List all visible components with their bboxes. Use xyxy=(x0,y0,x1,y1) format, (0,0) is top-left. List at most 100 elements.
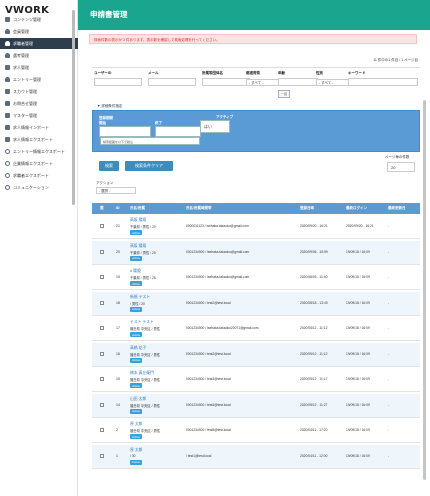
circle-icon xyxy=(5,173,10,178)
row-last-login: 19/09/18 / 16:09 xyxy=(346,402,370,407)
sidebar-item[interactable]: 企業情報エクスポート xyxy=(0,158,78,169)
row-name-link[interactable]: 新規 テスト xyxy=(130,295,150,300)
row-email: 0001234000 / test4@test.local xyxy=(186,402,231,407)
sidebar-item-label: マスター管理 xyxy=(13,112,37,118)
applicant-name-input[interactable] xyxy=(202,78,250,86)
row-email: 0001234000 / lsehaka.takaoko20071@gmail.… xyxy=(186,326,259,330)
table-row: 1 原 太郎/ 30 Active / test1@test.local 2020/04… xyxy=(92,444,420,469)
row-email: 0001234000 / test3@test.local xyxy=(186,377,231,381)
row-checkbox[interactable] xyxy=(100,402,104,407)
sidebar-item[interactable]: マスター管理▾ xyxy=(0,110,78,121)
gender-select[interactable]: - すべて - xyxy=(316,79,350,86)
sidebar-item[interactable]: お問合せ管理 xyxy=(0,98,78,109)
row-checkbox[interactable] xyxy=(100,428,104,432)
row-updated: - xyxy=(388,453,390,458)
sidebar-scrollbar[interactable] xyxy=(72,10,75,205)
row-name-link[interactable]: a 陽優 xyxy=(130,269,141,274)
sidebar-item[interactable]: 求人情報インポート xyxy=(0,122,78,133)
sidebar-item[interactable]: エントリー管理 xyxy=(0,74,78,85)
sidebar-item[interactable]: 求人管理 xyxy=(0,62,78,73)
col-header-updated[interactable]: 最終更新日 xyxy=(388,206,406,211)
users-icon xyxy=(5,41,10,46)
col-header-select: 選 xyxy=(100,206,104,210)
col-header-last-login[interactable]: 最終ログイン xyxy=(346,206,367,211)
keyword-input[interactable] xyxy=(348,78,418,86)
person-icon xyxy=(5,53,10,58)
person-icon xyxy=(5,77,10,82)
row-id: 18 xyxy=(116,300,120,305)
date-end-input[interactable] xyxy=(155,126,201,137)
table-row: 2 原 太郎 福島県 中央区 / 男性 Active 0001234000 / test… xyxy=(92,419,420,443)
sidebar-item[interactable]: 選考管理 xyxy=(0,50,78,61)
row-name-link[interactable]: 原 太郎 xyxy=(130,422,142,427)
per-page-label: ページ毎の件数 xyxy=(385,155,410,159)
detail-toggle[interactable]: ▼ 詳細条件指定 xyxy=(97,104,122,109)
clear-search-button[interactable]: 検索条件クリア xyxy=(125,161,173,171)
row-email: / test1@test.local xyxy=(186,453,212,458)
row-checkbox[interactable] xyxy=(100,224,104,228)
status-badge: Active xyxy=(130,434,143,439)
sidebar-item[interactable]: コミュニケーション▾ xyxy=(0,182,78,193)
search-range-input[interactable]: 検索範囲を以下で絞込 xyxy=(100,137,200,145)
row-name-link[interactable]: 高坂 陽翔 xyxy=(130,218,146,223)
filter-label: ユーザーID xyxy=(94,71,112,75)
page-scrollbar[interactable] xyxy=(423,100,426,480)
sidebar-item[interactable]: 求職者管理 xyxy=(0,38,78,49)
col-header-email[interactable]: 氏名/所属時間帯 xyxy=(186,206,211,211)
sidebar-item[interactable]: 求人情報エクスポート xyxy=(0,134,78,145)
row-updated: - xyxy=(388,402,390,407)
row-registered: 2020/04/11 - 12:00 xyxy=(300,453,328,458)
row-name-link[interactable]: 原 太郎 xyxy=(130,448,142,453)
row-sub: 福島県 中央区 / 男性 xyxy=(130,378,161,382)
row-checkbox[interactable] xyxy=(100,453,104,458)
row-last-login: 19/09/18 / 16:09 xyxy=(346,300,370,305)
page-title: 申請書管理 xyxy=(90,10,128,19)
date-start-input[interactable] xyxy=(99,126,151,137)
sidebar-item[interactable]: 求職者エクスポート xyxy=(0,170,78,181)
status-badge: Active xyxy=(130,306,143,312)
circle-icon xyxy=(5,185,10,190)
row-name-link[interactable]: テスト テスト xyxy=(130,320,154,325)
year-chip[interactable]: 一括 xyxy=(278,90,291,98)
row-name-link[interactable]: 高坂 陽翔 xyxy=(130,244,146,249)
year-input[interactable] xyxy=(278,78,318,86)
grid-icon xyxy=(5,17,10,22)
col-header-registered[interactable]: 登録日時 xyxy=(300,206,314,211)
import-icon xyxy=(5,125,10,130)
row-email: 0001234000 / test2@test.local xyxy=(186,351,231,356)
row-name-link[interactable]: 橋本 真左衛門 xyxy=(130,371,154,376)
col-header-name[interactable]: 氏名/所属 xyxy=(130,206,145,211)
sidebar-item[interactable]: コンテンツ管理▾ xyxy=(0,14,78,25)
sidebar-item[interactable]: エントリー情報エクスポート xyxy=(0,146,78,157)
row-id: 1 xyxy=(116,453,118,458)
action-select[interactable]: - 選択 - xyxy=(96,187,136,194)
row-name-link[interactable]: 山田 太郎 xyxy=(130,397,146,402)
row-updated: - xyxy=(388,249,390,254)
mail-input[interactable] xyxy=(148,78,196,86)
row-last-login: 19/09/18 / 16:09 xyxy=(346,377,370,381)
sidebar-item[interactable]: 会員管理 xyxy=(0,26,78,37)
row-checkbox[interactable] xyxy=(100,377,104,381)
row-last-login: 19/09/18 / 16:09 xyxy=(346,428,370,432)
search-button[interactable]: 検索 xyxy=(99,161,119,171)
sidebar-item[interactable]: スカウト管理 xyxy=(0,86,78,97)
active-select[interactable]: はい xyxy=(200,120,230,133)
row-checkbox[interactable] xyxy=(100,351,104,356)
sidebar-item-label: お問合せ管理 xyxy=(13,100,37,106)
row-checkbox[interactable] xyxy=(100,300,104,305)
col-header-id[interactable]: ID xyxy=(116,206,120,210)
row-checkbox[interactable] xyxy=(100,326,104,330)
pagination-summary: 11 件中の1 件目 / 1 ページ目 xyxy=(373,58,418,62)
row-id: 17 xyxy=(116,326,120,330)
row-name-link[interactable]: 高橋 花子 xyxy=(130,346,146,351)
users-icon xyxy=(5,29,10,34)
user-code-input[interactable] xyxy=(94,78,142,86)
table-row: 18 新規 テスト / 男性 / 20 Active 0001234000 / test… xyxy=(92,291,420,316)
status-badge: Active xyxy=(130,459,143,465)
row-id: 21 xyxy=(116,224,120,228)
row-checkbox[interactable] xyxy=(100,275,104,279)
row-checkbox[interactable] xyxy=(100,249,104,254)
sidebar-item-label: エントリー管理 xyxy=(13,76,41,82)
status-badge: Active xyxy=(130,332,143,337)
per-page-input[interactable]: 20 xyxy=(387,162,415,172)
